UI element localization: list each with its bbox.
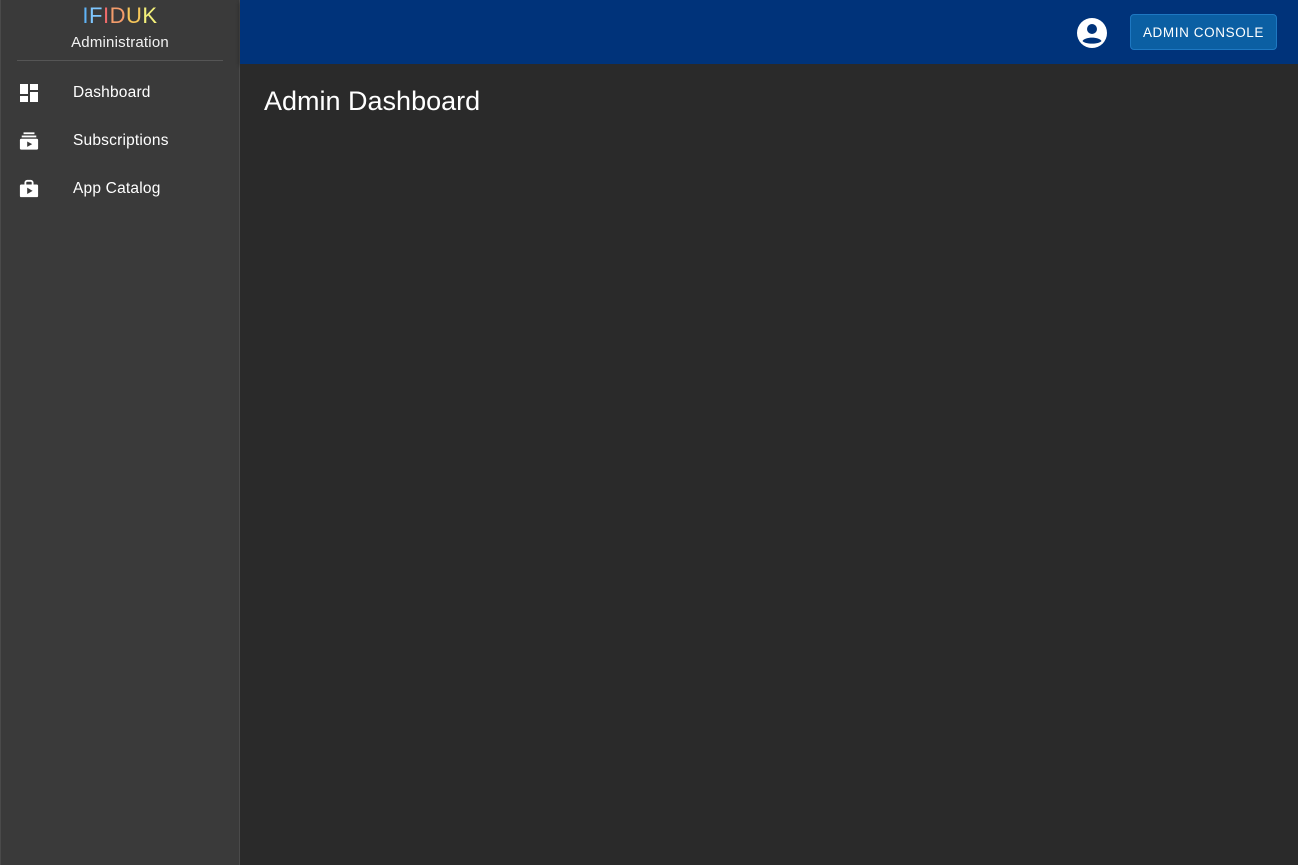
sidebar-item-subscriptions[interactable]: Subscriptions [1,117,239,165]
sidebar: I F I D U K Administration Dashboard Sub… [0,0,240,865]
logo-letter: I [102,3,110,28]
sidebar-item-label: Dashboard [73,84,151,101]
sidebar-item-label: Subscriptions [73,132,169,149]
brand: I F I D U K Administration [17,0,223,61]
logo-letter: K [142,3,158,28]
brand-subtitle: Administration [71,34,169,51]
logo-letter: I [82,3,90,28]
sidebar-item-app-catalog[interactable]: App Catalog [1,165,239,213]
logo-letter: U [126,3,143,28]
account-circle-icon[interactable] [1076,17,1108,49]
top-app-bar: ADMIN CONSOLE [240,0,1298,64]
admin-console-button[interactable]: ADMIN CONSOLE [1130,14,1277,50]
app-root: I F I D U K Administration Dashboard Sub… [0,0,1298,865]
logo-letter: D [109,3,126,28]
sidebar-item-dashboard[interactable]: Dashboard [1,69,239,117]
subscriptions-icon [19,131,39,151]
page-title: Admin Dashboard [264,86,481,116]
dashboard-icon [19,83,39,103]
shop-icon [19,179,39,199]
main-content: Admin Dashboard [240,64,1298,865]
sidebar-nav: Dashboard Subscriptions App Catalog [1,69,239,213]
logo[interactable]: I F I D U K [82,5,157,27]
sidebar-item-label: App Catalog [73,180,161,197]
logo-letter: F [89,3,103,28]
